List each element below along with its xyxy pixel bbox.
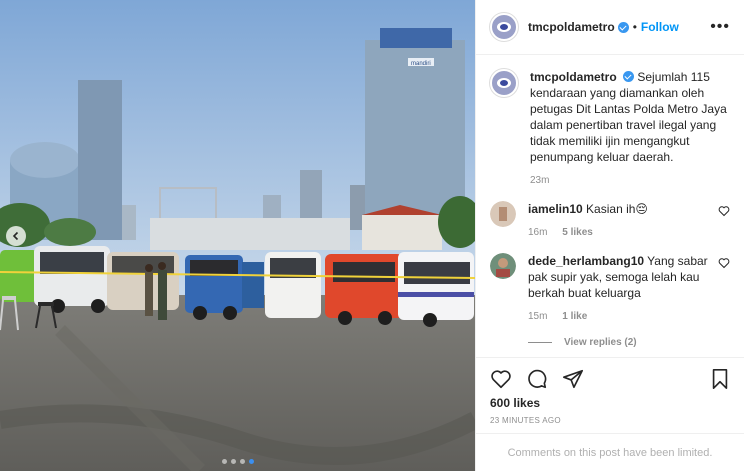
comment-time[interactable]: 16m [528,227,547,238]
comments-section: tmcpoldametro Sejumlah 115 kendaraan yan… [476,55,744,357]
view-replies-button[interactable]: View replies (2) [528,337,730,348]
verified-badge-icon [623,71,635,82]
verified-badge-icon [617,21,629,33]
heart-icon[interactable] [718,205,730,217]
heart-icon[interactable] [718,257,730,269]
caption-text: Sejumlah 115 kendaraan yang diamankan ol… [530,70,727,164]
post-actions: 600 likes 23 MINUTES AGO [476,357,744,433]
street-scene-image: mandiri [0,0,475,471]
post-header: tmcpoldametro • Follow ••• [476,0,744,55]
carousel-dot [221,459,227,464]
instagram-post: mandiri tmcpoldametro • Follow ••• tmcpo… [0,0,744,471]
like-count[interactable]: 600 likes [490,396,730,410]
view-replies-label: View replies (2) [564,337,637,348]
follow-button[interactable]: Follow [641,20,679,34]
post-sidebar: tmcpoldametro • Follow ••• tmcpoldametro… [475,0,744,471]
carousel-dot-active [248,459,254,464]
more-options-icon[interactable]: ••• [710,18,730,36]
caption: tmcpoldametro Sejumlah 115 kendaraan yan… [490,69,730,189]
commenter-avatar[interactable] [490,253,516,279]
post-timestamp[interactable]: 23 MINUTES AGO [490,416,730,425]
caption-username[interactable]: tmcpoldametro [530,70,617,84]
heart-icon[interactable] [490,368,512,390]
comment-likes[interactable]: 1 like [562,311,587,322]
comment-text: Kasian ih😔 [586,202,648,216]
comment-icon[interactable] [526,368,548,390]
police-logo-icon [497,78,511,88]
comment-username[interactable]: iamelin10 [528,202,583,216]
comment-time[interactable]: 15m [528,311,547,322]
carousel-dot [230,459,236,464]
building-sign-text: mandiri [411,61,431,67]
caption-body: tmcpoldametro Sejumlah 115 kendaraan yan… [530,69,730,189]
comments-limited-notice: Comments on this post have been limited. [476,433,744,471]
comment-username[interactable]: dede_herlambang10 [528,254,644,268]
divider [528,342,552,343]
post-photo[interactable]: mandiri [0,0,475,471]
commenter-avatar[interactable] [490,201,516,227]
caption-time[interactable]: 23m [530,175,549,186]
share-icon[interactable] [562,368,584,390]
carousel-prev-button[interactable] [6,226,26,246]
avatar[interactable] [490,69,518,97]
comment-likes[interactable]: 5 likes [562,227,593,238]
avatar[interactable] [490,13,518,41]
chevron-left-icon [12,231,19,241]
comment-body: dede_herlambang10 Yang sabar pak supir y… [528,253,718,325]
header-username[interactable]: tmcpoldametro [528,20,615,34]
carousel-dot [239,459,245,464]
header-separator: • [632,20,637,34]
comment: dede_herlambang10 Yang sabar pak supir y… [490,253,730,325]
bookmark-icon[interactable] [710,368,730,390]
police-logo-icon [497,22,511,32]
carousel-indicator [0,459,475,464]
comment-body: iamelin10 Kasian ih😔 16m 5 likes [528,201,718,241]
comment: iamelin10 Kasian ih😔 16m 5 likes [490,201,730,241]
